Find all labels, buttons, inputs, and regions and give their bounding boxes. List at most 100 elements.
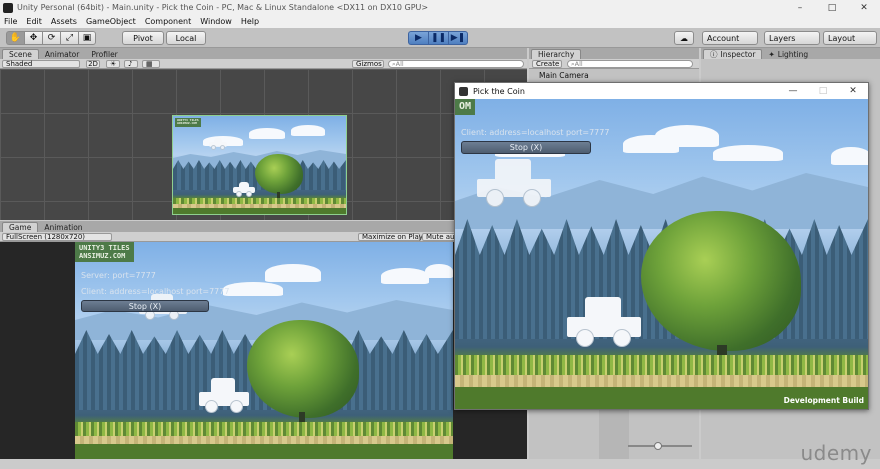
rotate-tool-icon[interactable]: ⟳: [42, 31, 60, 45]
udemy-watermark-logo: udemy: [800, 441, 872, 465]
audio-toggle-icon[interactable]: ♪: [124, 60, 138, 68]
car-sprite-ghost: [209, 138, 227, 150]
account-dropdown[interactable]: Account: [702, 31, 758, 45]
tab-game[interactable]: Game: [2, 222, 39, 232]
scene-panel: Scene Animator Profiler Shaded 2D ☀ ♪ ▦ …: [0, 48, 527, 220]
tab-scene[interactable]: Scene: [2, 49, 39, 59]
zoom-slider[interactable]: [628, 442, 692, 450]
cloud: [223, 282, 283, 296]
minimize-button[interactable]: –: [784, 0, 816, 15]
standalone-badge: OM: [455, 99, 476, 115]
tab-animation[interactable]: Animation: [38, 222, 88, 232]
cloud: [713, 145, 783, 161]
step-icon[interactable]: ▶❚: [448, 31, 468, 45]
window-title: Unity Personal (64bit) - Main.unity - Pi…: [17, 3, 429, 12]
game-control-bar: FullScreen (1280x720) Maximize on Play M…: [0, 232, 527, 242]
pause-icon[interactable]: ❚❚: [428, 31, 448, 45]
menu-component[interactable]: Component: [145, 17, 191, 26]
local-label: Local: [175, 33, 197, 43]
hierarchy-search-input[interactable]: ⌕ All: [567, 60, 693, 68]
menu-edit[interactable]: Edit: [26, 17, 42, 26]
resolution-dropdown[interactable]: FullScreen (1280x720): [2, 233, 112, 241]
scene-control-bar: Shaded 2D ☀ ♪ ▦ Gizmos ⌕ All: [0, 59, 527, 69]
layers-label: Layers: [769, 33, 796, 43]
tab-animator[interactable]: Animator: [39, 49, 85, 59]
menu-assets[interactable]: Assets: [51, 17, 77, 26]
scene-camera-frame: UNITY3 TILES ANSIMUZ.COM: [172, 115, 347, 215]
play-icon[interactable]: ▶: [408, 31, 428, 45]
cloud: [291, 125, 325, 136]
maximize-button[interactable]: □: [816, 0, 848, 15]
hierarchy-control-bar: Create ⌕ All: [529, 59, 699, 69]
tab-profiler[interactable]: Profiler: [85, 49, 123, 59]
lighting-toggle-icon[interactable]: ☀: [106, 60, 120, 68]
grass-strip: [75, 422, 453, 436]
tab-lighting-label: Lighting: [777, 49, 809, 59]
standalone-window-controls: — □ ✕: [778, 83, 868, 99]
scale-tool-icon[interactable]: ⤢: [60, 31, 78, 45]
hierarchy-search-placeholder: All: [574, 60, 583, 68]
scene-viewport[interactable]: UNITY3 TILES ANSIMUZ.COM: [0, 69, 527, 220]
shading-mode-dropdown[interactable]: Shaded: [2, 60, 80, 68]
inspector-tabstrip: ⓘ Inspector ✦ Lighting: [701, 48, 880, 59]
development-build-label: Development Build: [783, 396, 864, 405]
dirt-strip: [75, 436, 453, 444]
hand-tool-icon[interactable]: ✋: [6, 31, 24, 45]
standalone-game-render[interactable]: OM Client: address=localhost port=7777 S…: [455, 99, 868, 409]
car-sprite: [233, 182, 255, 197]
tab-hierarchy[interactable]: Hierarchy: [531, 49, 582, 59]
menu-gameobject[interactable]: GameObject: [86, 17, 136, 26]
close-button[interactable]: ✕: [848, 0, 880, 15]
game-panel: Game Animation FullScreen (1280x720) Max…: [0, 221, 527, 459]
zoom-slider-knob[interactable]: [654, 442, 662, 450]
cloud-button[interactable]: ☁: [674, 31, 694, 45]
pivot-label: Pivot: [133, 33, 153, 43]
menu-bar: File Edit Assets GameObject Component Wi…: [0, 15, 880, 28]
cloud: [425, 264, 453, 278]
cloud-icon: ☁: [680, 33, 688, 43]
info-icon: ⓘ: [710, 50, 718, 59]
game-render: UNITY3 TILES ANSIMUZ.COM Server: port=77…: [75, 242, 453, 459]
pivot-toggle[interactable]: Pivot: [122, 31, 164, 45]
car-sprite: [199, 378, 249, 414]
unity-logo-icon: [459, 86, 468, 96]
ground: [75, 444, 453, 459]
rect-tool-icon[interactable]: ▣: [78, 31, 96, 45]
menu-file[interactable]: File: [4, 17, 17, 26]
stop-button[interactable]: Stop (X): [81, 300, 209, 312]
menu-help[interactable]: Help: [241, 17, 259, 26]
gizmos-dropdown[interactable]: Gizmos: [352, 60, 384, 68]
tab-inspector[interactable]: ⓘ Inspector: [703, 49, 763, 59]
create-dropdown[interactable]: Create: [532, 60, 562, 68]
scene-search-input[interactable]: ⌕ All: [388, 60, 524, 68]
maximize-button: □: [818, 86, 828, 96]
client-status-text: Client: address=localhost port=7777: [461, 128, 610, 137]
window-titlebar: Unity Personal (64bit) - Main.unity - Pi…: [0, 0, 880, 15]
layout-dropdown[interactable]: Layout: [823, 31, 877, 45]
maximize-on-play-toggle[interactable]: Maximize on Play: [358, 233, 423, 241]
window-controls: – □ ✕: [784, 0, 880, 15]
game-tabstrip: Game Animation: [0, 221, 527, 232]
menu-window[interactable]: Window: [200, 17, 232, 26]
tab-lighting[interactable]: ✦ Lighting: [762, 49, 814, 59]
game-viewport[interactable]: UNITY3 TILES ANSIMUZ.COM Server: port=77…: [0, 242, 527, 459]
cloud: [655, 125, 719, 147]
server-status-text: Server: port=7777: [81, 271, 156, 280]
ground: [173, 208, 346, 214]
local-toggle[interactable]: Local: [166, 31, 206, 45]
standalone-title: Pick the Coin: [473, 86, 525, 96]
effects-toggle-icon[interactable]: ▦: [142, 60, 160, 68]
mute-audio-toggle[interactable]: Mute audio: [422, 233, 458, 241]
scene-tabstrip: Scene Animator Profiler: [0, 48, 527, 59]
stop-button[interactable]: Stop (X): [461, 141, 591, 154]
2d-toggle[interactable]: 2D: [86, 60, 100, 68]
tree: [255, 154, 303, 194]
close-button[interactable]: ✕: [838, 83, 868, 99]
hierarchy-item-main-camera[interactable]: Main Camera: [539, 71, 589, 80]
move-tool-icon[interactable]: ✥: [24, 31, 42, 45]
account-label: Account: [707, 33, 740, 43]
minimize-button[interactable]: —: [778, 83, 808, 99]
layers-dropdown[interactable]: Layers: [764, 31, 820, 45]
transform-tools: ✋ ✥ ⟳ ⤢ ▣: [6, 31, 96, 45]
cloud: [831, 147, 868, 165]
